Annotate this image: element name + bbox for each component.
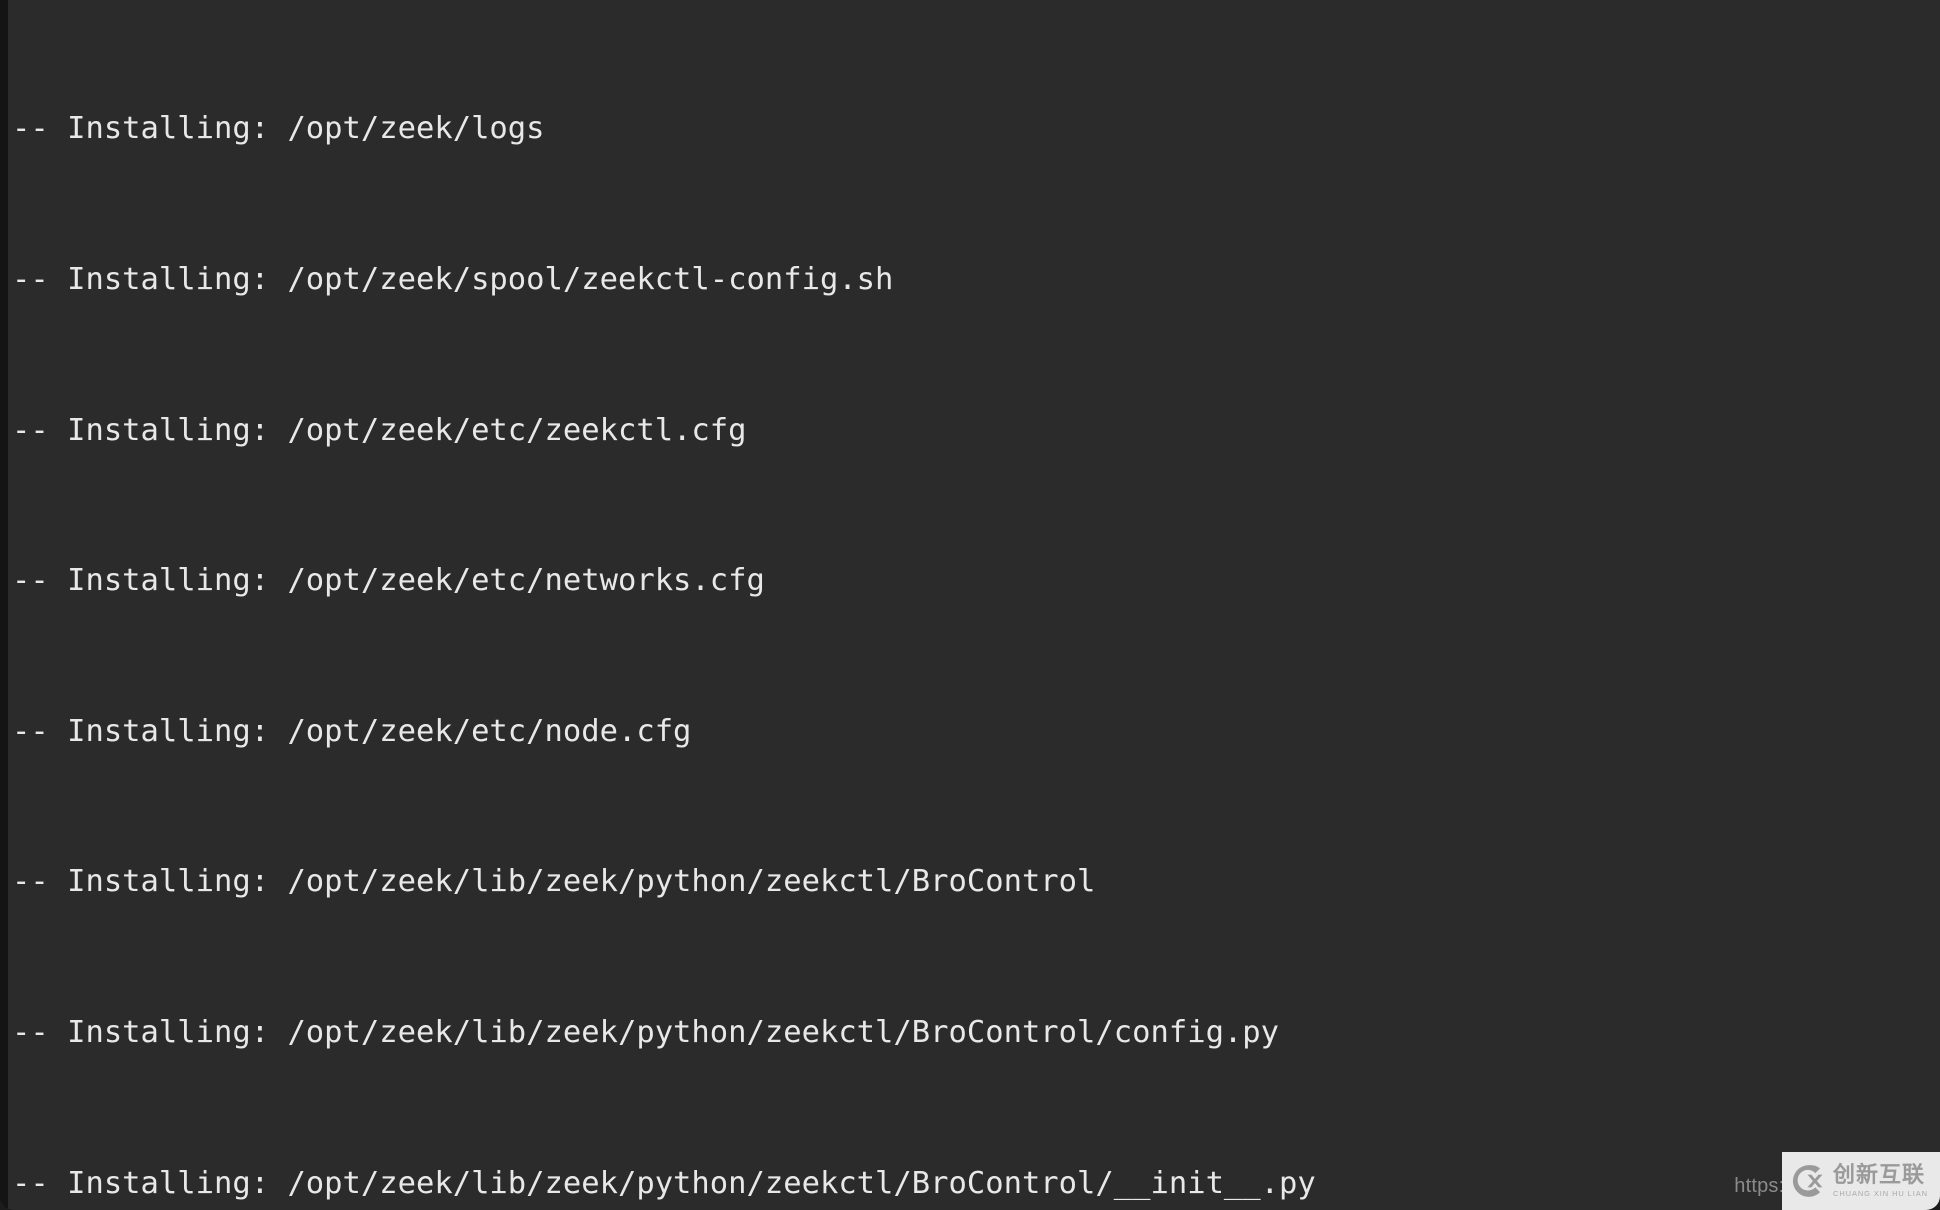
brand-watermark-badge: 创新互联 CHUANG XIN HU LIAN	[1782, 1152, 1940, 1210]
terminal-line: -- Installing: /opt/zeek/lib/zeek/python…	[12, 1165, 1316, 1201]
brand-name-pinyin: CHUANG XIN HU LIAN	[1833, 1188, 1928, 1198]
terminal-line: -- Installing: /opt/zeek/spool/zeekctl-c…	[12, 262, 894, 297]
terminal-line: -- Installing: /opt/zeek/lib/zeek/python…	[12, 864, 1096, 900]
cx-logo-icon	[1792, 1165, 1823, 1197]
window-left-border	[0, 0, 8, 1210]
terminal-window: -- Installing: /opt/zeek/logs -- Install…	[0, 0, 1940, 1210]
terminal-line: -- Installing: /opt/zeek/etc/zeekctl.cfg	[12, 412, 747, 448]
terminal-line: -- Installing: /opt/zeek/etc/node.cfg	[12, 713, 692, 749]
terminal-line: -- Installing: /opt/zeek/etc/networks.cf…	[12, 563, 765, 599]
brand-name-cn: 创新互联	[1833, 1162, 1926, 1188]
terminal-line: -- Installing: /opt/zeek/logs	[12, 111, 545, 147]
terminal-screen[interactable]: -- Installing: /opt/zeek/logs -- Install…	[8, 0, 1940, 1210]
brand-text-group: 创新互联 CHUANG XIN HU LIAN	[1833, 1162, 1928, 1198]
terminal-line: -- Installing: /opt/zeek/lib/zeek/python…	[12, 1014, 1280, 1050]
terminal-output: -- Installing: /opt/zeek/logs -- Install…	[8, 0, 1940, 1210]
